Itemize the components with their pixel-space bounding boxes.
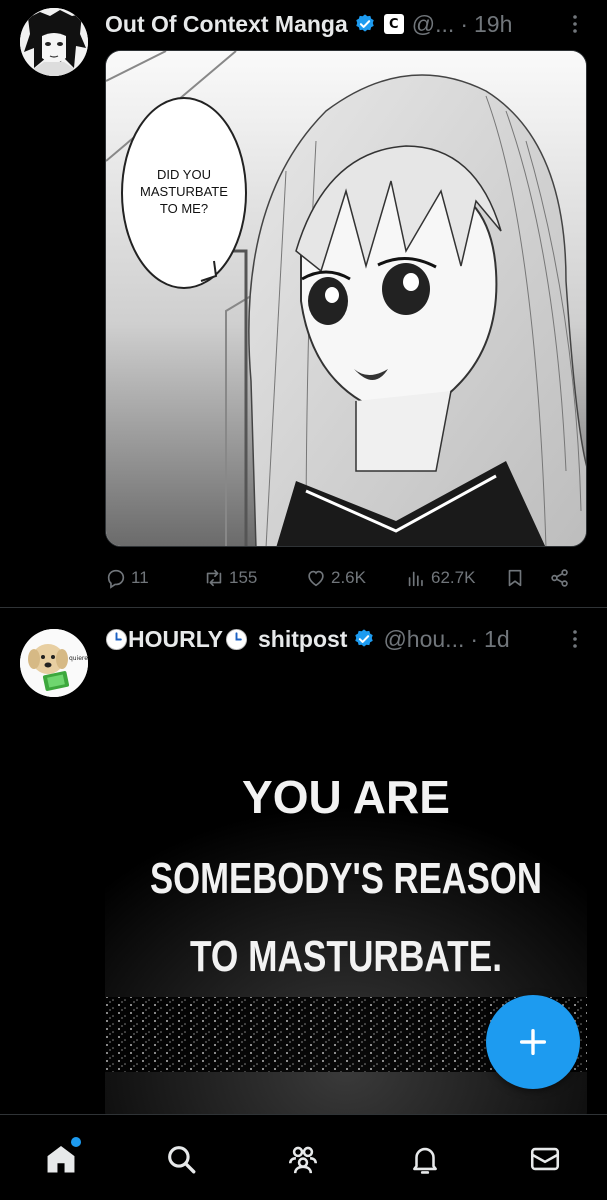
timestamp[interactable]: 1d bbox=[484, 626, 510, 653]
handle[interactable]: @... bbox=[412, 11, 455, 38]
communities-icon bbox=[288, 1146, 318, 1174]
display-name[interactable]: Out Of Context Manga bbox=[105, 11, 348, 38]
speech-bubble-line-3: TO ME? bbox=[160, 201, 208, 216]
separator: · bbox=[460, 10, 468, 37]
nav-home[interactable] bbox=[43, 1137, 81, 1177]
repost-count: 155 bbox=[229, 568, 258, 587]
tweet-header: Out Of Context Manga C @... · 19h bbox=[105, 8, 587, 40]
affiliate-badge: C bbox=[383, 14, 404, 34]
home-icon bbox=[47, 1145, 75, 1173]
compose-post-button[interactable] bbox=[486, 995, 580, 1089]
heart-icon bbox=[308, 570, 324, 587]
avatar[interactable] bbox=[20, 8, 88, 76]
speech-bubble-line-1: DID YOU bbox=[157, 167, 211, 182]
bottom-navigation-bar bbox=[0, 1114, 607, 1200]
notification-dot bbox=[71, 1137, 81, 1147]
avatar-caption: quieres bbox=[69, 655, 88, 662]
nav-communities[interactable] bbox=[285, 1141, 321, 1177]
avatar-image bbox=[20, 8, 88, 76]
notifications-icon bbox=[413, 1147, 437, 1174]
bookmark-icon bbox=[508, 569, 522, 587]
timestamp[interactable]: 19h bbox=[474, 11, 512, 38]
nav-search[interactable] bbox=[163, 1141, 199, 1177]
tweet-actions: 11 155 2.6K 62.7K bbox=[105, 563, 587, 593]
repost-icon bbox=[206, 569, 222, 587]
display-name-prefix[interactable]: HOURLY bbox=[128, 626, 223, 653]
bookmark-button[interactable] bbox=[504, 567, 526, 589]
reply-button[interactable]: 11 bbox=[105, 567, 149, 589]
handle[interactable]: @hou... bbox=[383, 626, 464, 653]
tweet[interactable]: Out Of Context Manga C @... · 19h DID YO… bbox=[0, 0, 607, 608]
tweet-image[interactable]: DID YOU MASTURBATE TO ME? bbox=[105, 50, 587, 547]
views-button[interactable]: 62.7K bbox=[405, 567, 475, 589]
more-options-icon[interactable] bbox=[563, 12, 587, 36]
avatar-image: quieres bbox=[20, 629, 88, 697]
separator: · bbox=[470, 625, 479, 652]
views-icon bbox=[408, 571, 423, 587]
reply-icon bbox=[107, 569, 125, 589]
speech-bubble-line-2: MASTURBATE bbox=[140, 184, 228, 199]
like-button[interactable]: 2.6K bbox=[305, 567, 366, 589]
share-icon bbox=[551, 569, 568, 587]
manga-panel-image: DID YOU MASTURBATE TO ME? bbox=[106, 51, 586, 546]
plus-icon bbox=[519, 1028, 547, 1056]
like-count: 2.6K bbox=[331, 568, 366, 587]
share-button[interactable] bbox=[549, 567, 571, 589]
poster-line-1: YOU ARE bbox=[242, 771, 450, 823]
verified-badge-icon bbox=[355, 629, 374, 647]
nav-messages[interactable] bbox=[527, 1141, 563, 1177]
poster-line-2: SOMEBODY'S REASON bbox=[150, 854, 542, 903]
search-icon bbox=[168, 1146, 196, 1174]
reply-count: 11 bbox=[131, 568, 149, 587]
nav-notifications[interactable] bbox=[407, 1141, 443, 1177]
clock-emoji-icon bbox=[105, 628, 128, 650]
view-count: 62.7K bbox=[431, 568, 476, 587]
repost-button[interactable]: 155 bbox=[203, 567, 257, 589]
more-options-icon[interactable] bbox=[563, 627, 587, 651]
display-name-suffix[interactable]: shitpost bbox=[258, 626, 347, 653]
tweet-header: HOURLY shitpost @hou... · 1d bbox=[105, 623, 587, 655]
messages-icon bbox=[530, 1147, 560, 1171]
poster-line-3: TO MASTURBATE. bbox=[190, 932, 502, 981]
verified-badge-icon bbox=[356, 14, 374, 32]
avatar[interactable]: quieres bbox=[20, 629, 88, 697]
clock-emoji-icon bbox=[225, 628, 248, 650]
